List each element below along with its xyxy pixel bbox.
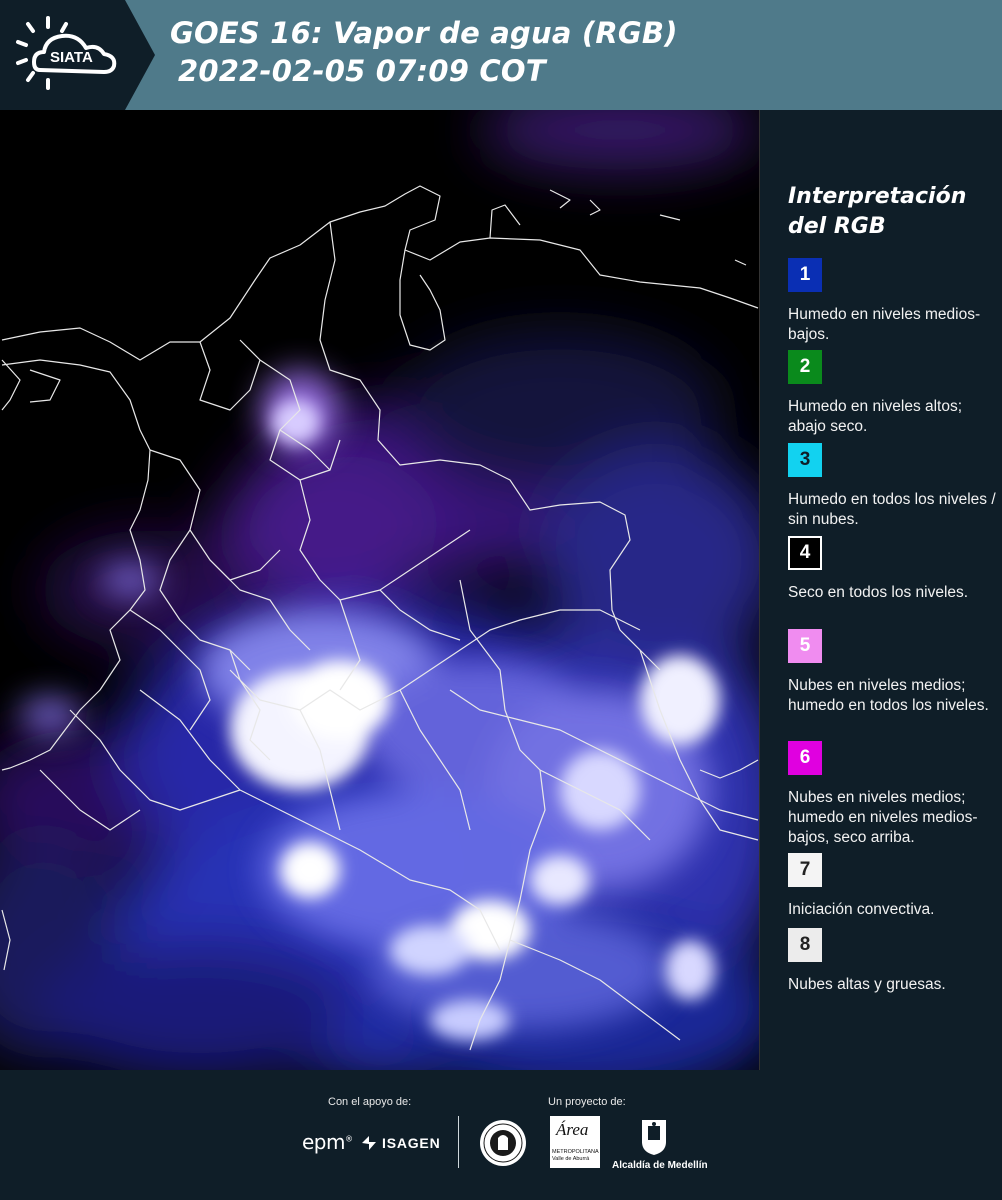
legend-item-7: 7 Iniciación convectiva. [788,853,998,920]
legend-label-5: Nubes en niveles medios; humedo en todos… [788,677,989,714]
legend-label-1: Humedo en niveles medios-bajos. [788,306,981,343]
epm-logo: epm® [302,1130,353,1154]
project-label: Un proyecto de: [548,1096,626,1108]
area-logo-word: Área [556,1120,589,1139]
epm-logo-text: epm [302,1130,345,1154]
legend-item-4: 4 Seco en todos los niveles. [788,536,998,603]
legend-item-3: 3 Humedo en todos los niveles / sin nubes… [788,443,998,530]
legend-item-5: 5 Nubes en niveles medios; humedo en todo… [788,629,998,716]
legend-swatch-3: 3 [788,443,822,477]
legend-label-7: Iniciación convectiva. [788,901,935,918]
legend-item-8: 8 Nubes altas y gruesas. [788,928,998,995]
legend-swatch-6: 6 [788,741,822,775]
footer-divider [458,1116,459,1168]
legend-title: Interpretación del RGB [788,182,988,242]
legend-item-2: 2 Humedo en niveles altos; abajo seco. [788,350,998,437]
legend-panel: Interpretación del RGB 1 Humedo en nivele… [760,110,1002,1070]
legend-title-line-2: del RGB [788,214,886,239]
legend-label-4: Seco en todos los niveles. [788,584,969,601]
legend-swatch-8: 8 [788,928,822,962]
university-seal-icon [480,1120,526,1166]
isagen-logo-text: ISAGEN [382,1135,441,1151]
legend-swatch-4: 4 [788,536,822,570]
satellite-map [0,110,760,1070]
title-line-1: GOES 16: Vapor de agua (RGB) [170,16,678,50]
legend-label-6: Nubes en niveles medios; humedo en nivel… [788,789,978,846]
satellite-image [0,110,759,1070]
isagen-logo: ISAGEN [360,1134,440,1152]
siata-logo: SIATA [0,0,155,110]
medellin-shield-icon [642,1120,666,1155]
isagen-icon [362,1136,376,1150]
header-bar: SIATA GOES 16: Vapor de agua (RGB) 2022-… [0,0,1002,110]
legend-label-2: Humedo en niveles altos; abajo seco. [788,398,963,435]
legend-title-line-1: Interpretación [788,184,967,209]
title-line-2: 2022-02-05 07:09 COT [178,54,546,88]
siata-logo-text: SIATA [50,49,93,66]
legend-label-8: Nubes altas y gruesas. [788,976,946,993]
medellin-label: Alcaldía de Medellín [612,1160,708,1171]
legend-label-3: Humedo en todos los niveles / sin nubes. [788,491,996,528]
legend-item-1: 1 Humedo en niveles medios-bajos. [788,258,998,345]
legend-swatch-1: 1 [788,258,822,292]
area-metropolitana-logo: Área METROPOLITANA Valle de Aburrá [550,1116,600,1168]
area-logo-subtitle: METROPOLITANA Valle de Aburrá [552,1149,599,1162]
legend-swatch-7: 7 [788,853,822,887]
legend-item-6: 6 Nubes en niveles medios; humedo en nive… [788,741,998,848]
legend-swatch-2: 2 [788,350,822,384]
footer: Con el apoyo de: Un proyecto de: epm® IS… [0,1070,1002,1200]
page-title: GOES 16: Vapor de agua (RGB) 2022-02-05 … [170,14,678,90]
support-label: Con el apoyo de: [328,1096,412,1108]
legend-swatch-5: 5 [788,629,822,663]
